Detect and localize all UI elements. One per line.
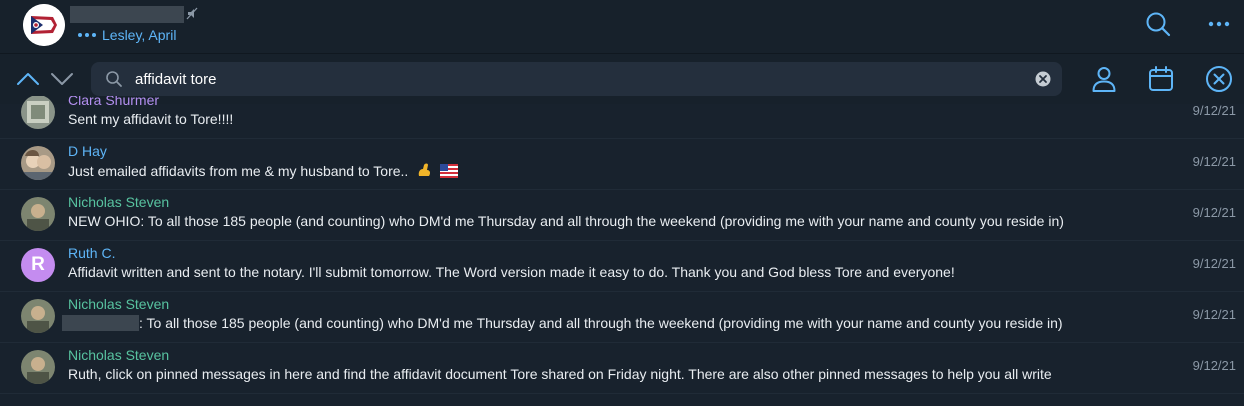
muted-icon	[186, 7, 198, 20]
search-input[interactable]	[135, 62, 1015, 96]
message-date: 9/12/21	[1192, 256, 1236, 271]
chevron-down-icon[interactable]	[50, 68, 74, 90]
avatar	[21, 299, 55, 333]
sender-name: Ruth C.	[68, 245, 116, 261]
sender-name: Nicholas Steven	[68, 347, 170, 363]
calendar-icon[interactable]	[1146, 64, 1176, 94]
user-filter-icon[interactable]	[1089, 64, 1119, 94]
avatar	[21, 197, 55, 231]
message-date: 9/12/21	[1192, 205, 1236, 220]
message-text: Sent my affidavit to Tore!!!!	[68, 111, 234, 127]
search-icon	[106, 71, 122, 87]
sender-name: Clara Shurmer	[68, 96, 160, 108]
avatar	[21, 146, 55, 180]
typing-dots-icon	[78, 33, 96, 37]
message-date: 9/12/21	[1192, 358, 1236, 373]
search-icon[interactable]	[1144, 10, 1172, 38]
chat-header: Lesley, April	[0, 0, 1244, 54]
list-item[interactable]: Clara Shurmer Sent my affidavit to Tore!…	[0, 96, 1244, 139]
sender-name: Nicholas Steven	[68, 194, 170, 210]
typing-status: Lesley, April	[78, 26, 176, 44]
search-field[interactable]	[91, 62, 1062, 96]
message-date: 9/12/21	[1192, 154, 1236, 169]
message-text: Affidavit written and sent to the notary…	[68, 264, 955, 280]
message-date: 9/12/21	[1192, 307, 1236, 322]
chat-title-redacted	[70, 6, 184, 23]
avatar	[21, 96, 55, 129]
list-item[interactable]: Nicholas Steven Ruth, click on pinned me…	[0, 342, 1244, 394]
search-results-list: Clara Shurmer Sent my affidavit to Tore!…	[0, 96, 1244, 406]
redacted-text	[62, 315, 139, 331]
message-text: Ruth, click on pinned messages in here a…	[68, 366, 1052, 382]
sender-name: Nicholas Steven	[68, 296, 170, 312]
message-text-content: Just emailed affidavits from me & my hus…	[68, 163, 409, 179]
avatar-letter: R	[31, 254, 45, 275]
avatar	[21, 350, 55, 384]
clear-search-icon[interactable]	[1035, 71, 1051, 87]
us-flag-icon	[440, 164, 459, 178]
message-date: 9/12/21	[1192, 103, 1236, 118]
sender-name: D Hay	[68, 143, 107, 159]
more-menu-icon[interactable]	[1205, 10, 1233, 38]
list-item[interactable]: R Ruth C. Affidavit written and sent to …	[0, 240, 1244, 292]
group-avatar[interactable]	[23, 4, 65, 46]
chevron-up-icon[interactable]	[16, 68, 40, 90]
close-search-icon[interactable]	[1204, 64, 1234, 94]
typing-users: Lesley, April	[102, 27, 177, 43]
message-text: : To all those 185 people (and counting)…	[62, 315, 1172, 331]
flexed-biceps-icon	[418, 163, 431, 176]
message-text: Just emailed affidavits from me & my hus…	[68, 162, 1172, 179]
avatar: R	[21, 248, 55, 282]
list-item[interactable]: D Hay Just emailed affidavits from me & …	[0, 138, 1244, 190]
list-item[interactable]: Nicholas Steven : To all those 185 peopl…	[0, 291, 1244, 343]
message-text: NEW OHIO: To all those 185 people (and c…	[68, 213, 1064, 229]
list-item[interactable]: Nicholas Steven NEW OHIO: To all those 1…	[0, 189, 1244, 241]
message-text-content: : To all those 185 people (and counting)…	[139, 315, 1063, 331]
